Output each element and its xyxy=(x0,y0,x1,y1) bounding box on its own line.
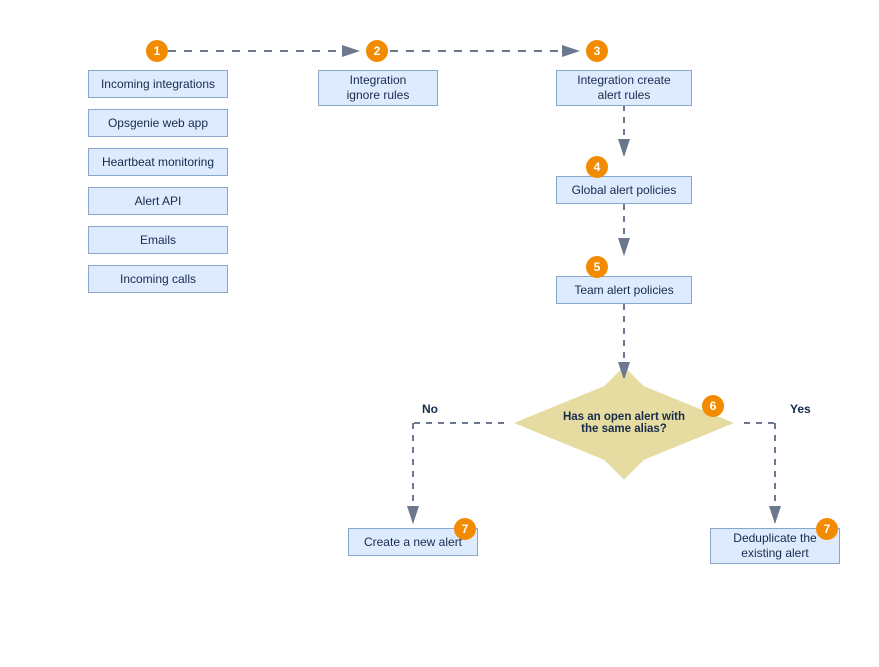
label-no: No xyxy=(422,402,438,416)
node-opsgenie-web-app: Opsgenie web app xyxy=(88,109,228,137)
connector-lines xyxy=(0,0,879,667)
node-incoming-calls: Incoming calls xyxy=(88,265,228,293)
node-global-alert-policies: Global alert policies xyxy=(556,176,692,204)
decision-diamond: Has an open alert with the same alias? xyxy=(514,378,734,468)
node-integration-ignore-rules: Integration ignore rules xyxy=(318,70,438,106)
node-integration-create-alert-rules: Integration create alert rules xyxy=(556,70,692,106)
badge-4: 4 xyxy=(586,156,608,178)
label-yes: Yes xyxy=(790,402,811,416)
decision-question: Has an open alert with the same alias? xyxy=(549,411,699,435)
badge-2: 2 xyxy=(366,40,388,62)
badge-5: 5 xyxy=(586,256,608,278)
badge-1: 1 xyxy=(146,40,168,62)
node-incoming-integrations: Incoming integrations xyxy=(88,70,228,98)
node-emails: Emails xyxy=(88,226,228,254)
node-heartbeat-monitoring: Heartbeat monitoring xyxy=(88,148,228,176)
badge-3: 3 xyxy=(586,40,608,62)
node-team-alert-policies: Team alert policies xyxy=(556,276,692,304)
badge-7b: 7 xyxy=(816,518,838,540)
node-alert-api: Alert API xyxy=(88,187,228,215)
badge-7a: 7 xyxy=(454,518,476,540)
badge-6: 6 xyxy=(702,395,724,417)
